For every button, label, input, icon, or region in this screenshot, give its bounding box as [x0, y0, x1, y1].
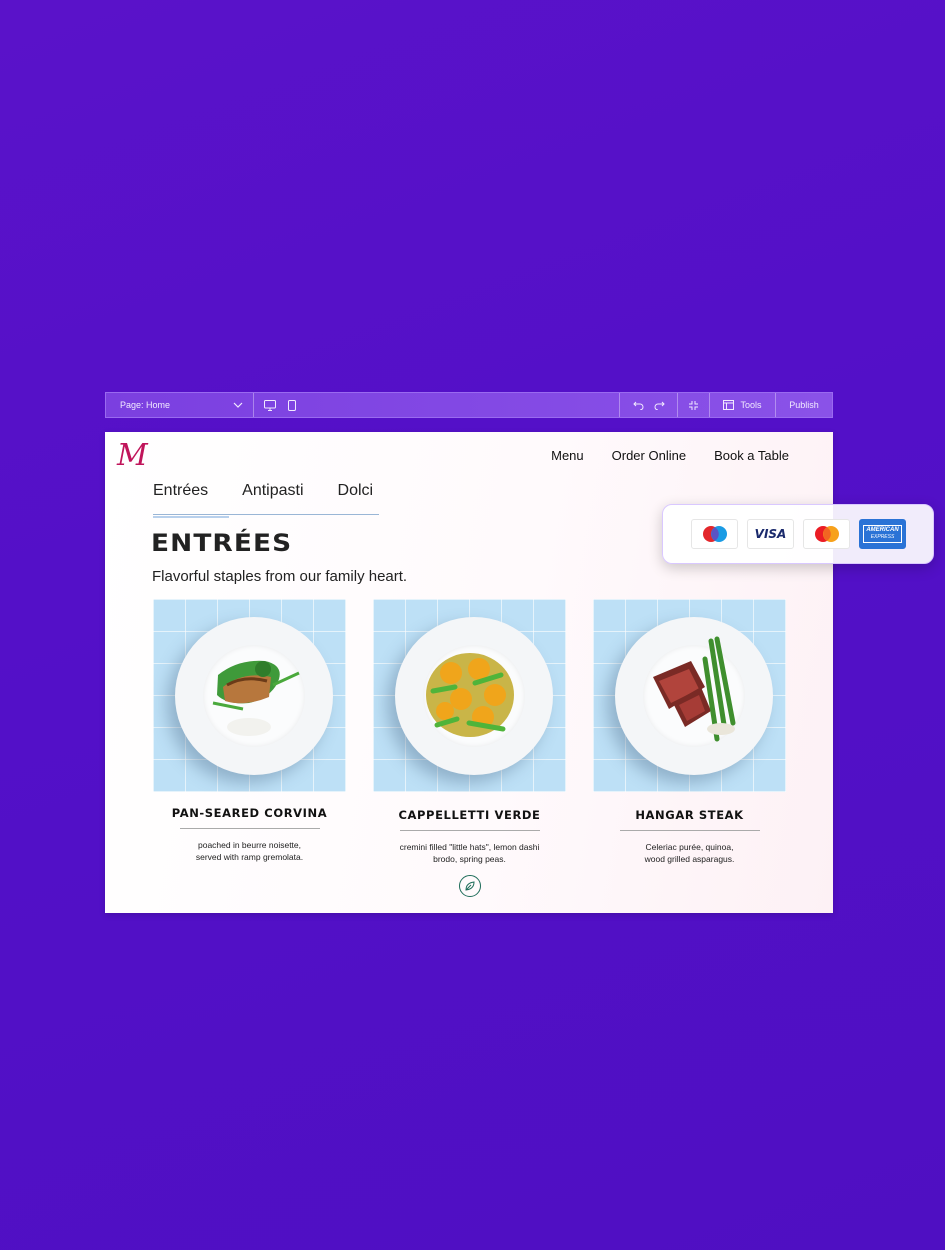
dish-title: HANGAR STEAK: [635, 808, 744, 822]
tools-icon: [723, 400, 735, 410]
site-logo[interactable]: M: [117, 438, 148, 473]
page-selector[interactable]: Page: Home: [106, 393, 254, 417]
mobile-icon[interactable]: [288, 399, 296, 411]
mastercard-icon: [803, 519, 850, 549]
undo-icon[interactable]: [632, 400, 644, 410]
vegetarian-icon: [458, 875, 481, 897]
dish-divider: [179, 828, 320, 829]
dish-title: CAPPELLETTI VERDE: [398, 808, 541, 822]
zoom-out-button[interactable]: [678, 393, 710, 417]
redo-icon[interactable]: [654, 400, 665, 410]
section-subheading: Flavorful staples from our family heart.: [152, 568, 408, 585]
device-switcher: [254, 393, 620, 417]
tools-label: Tools: [740, 400, 762, 410]
dish-card[interactable]: PAN-SEARED CORVINA poached in beurre noi…: [153, 599, 346, 863]
dish-photo: [373, 599, 566, 792]
dish-description: Celeriac purée, quinoa, wood grilled asp…: [644, 842, 735, 864]
dish-photo: [153, 599, 346, 792]
dish-title: PAN-SEARED CORVINA: [171, 806, 328, 820]
dish-card[interactable]: HANGAR STEAK Celeriac purée, quinoa, woo…: [593, 599, 786, 865]
dish-divider: [399, 830, 540, 831]
desktop-icon[interactable]: [264, 399, 276, 411]
dish-description: cremini filled "little hats", lemon dash…: [399, 842, 540, 864]
dish-photo: [593, 599, 786, 792]
tab-active-indicator: [153, 516, 229, 518]
dish-divider: [619, 830, 760, 831]
section-heading: ENTRÉES: [151, 529, 293, 557]
nav-book-table[interactable]: Book a Table: [714, 448, 789, 463]
undo-redo: [620, 393, 678, 417]
collapse-icon: [689, 400, 698, 410]
amex-icon: AMERICAN EXPRESS: [859, 519, 906, 549]
visa-icon: VISA: [747, 519, 794, 549]
site-nav: Menu Order Online Book a Table: [551, 448, 789, 463]
menu-tabs: Entrées Antipasti Dolci: [153, 482, 379, 515]
chevron-down-icon: [233, 402, 243, 408]
maestro-icon: [691, 519, 738, 549]
tools-button[interactable]: Tools: [710, 393, 776, 417]
nav-order-online[interactable]: Order Online: [612, 448, 686, 463]
publish-label: Publish: [789, 400, 819, 410]
payment-methods-card: VISA AMERICAN EXPRESS: [662, 504, 934, 564]
tab-entrees[interactable]: Entrées: [153, 482, 208, 500]
editor-toolbar: Page: Home Tools Publish: [105, 392, 833, 418]
dish-card[interactable]: CAPPELLETTI VERDE cremini filled "little…: [373, 599, 566, 897]
publish-button[interactable]: Publish: [776, 393, 832, 417]
nav-menu[interactable]: Menu: [551, 448, 584, 463]
tab-antipasti[interactable]: Antipasti: [242, 482, 303, 500]
page-selector-label: Page: Home: [120, 400, 171, 410]
tab-dolci[interactable]: Dolci: [338, 482, 374, 500]
dish-description: poached in beurre noisette, served with …: [195, 840, 304, 862]
